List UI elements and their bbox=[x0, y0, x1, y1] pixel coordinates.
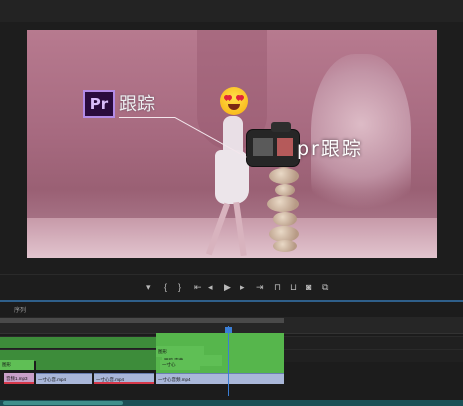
scrollbar-thumb[interactable] bbox=[3, 401, 123, 405]
track-a1: 音频1.mp3 一寸心音.mp4 一寸心音.mp4 一寸心音频.mp4 bbox=[0, 373, 463, 385]
track-v1: 图形 一寸心 bbox=[0, 360, 463, 370]
lift-icon[interactable]: ⊓ bbox=[274, 281, 281, 293]
step-forward-icon[interactable]: ▸ bbox=[240, 281, 245, 293]
play-icon[interactable]: ▶ bbox=[224, 281, 231, 293]
go-to-out-icon[interactable]: ⇥ bbox=[256, 281, 264, 293]
mark-out-icon[interactable]: } bbox=[178, 281, 181, 293]
premiere-logo-icon: Pr bbox=[83, 90, 115, 118]
sequence-tab[interactable]: 序列 bbox=[14, 305, 26, 314]
transport-controls: ▾ { } ⇤ ◂ ▶ ▸ ⇥ ⊓ ⊔ ◙ ⧉ bbox=[0, 274, 463, 301]
caption-right: pr跟踪 bbox=[297, 138, 363, 160]
clip[interactable]: 一寸心音频.mp4 bbox=[156, 373, 284, 384]
playhead[interactable] bbox=[228, 326, 229, 396]
step-back-icon[interactable]: ◂ bbox=[208, 281, 213, 293]
export-frame-icon[interactable]: ◙ bbox=[306, 281, 311, 293]
program-monitor: Pr 跟踪 pr跟踪 bbox=[0, 22, 463, 274]
work-area-bar[interactable] bbox=[0, 318, 284, 323]
clip[interactable]: 一寸心音.mp4 bbox=[94, 373, 154, 384]
timeline-panel: 序列 图形 跟踪 字幕 图形 一寸心 音频1.mp3 一寸心音.mp4 一寸心音… bbox=[0, 302, 463, 406]
clip[interactable] bbox=[0, 337, 156, 348]
tracking-device bbox=[247, 122, 299, 166]
heart-eyes-emoji-icon bbox=[220, 87, 248, 115]
mark-in-icon[interactable]: { bbox=[164, 281, 167, 293]
clip[interactable]: 音频1.mp3 bbox=[4, 373, 34, 384]
stone-stack bbox=[263, 154, 305, 254]
video-frame: Pr 跟踪 pr跟踪 bbox=[27, 30, 437, 258]
go-to-in-icon[interactable]: ⇤ bbox=[194, 281, 202, 293]
add-marker-icon[interactable]: ▾ bbox=[146, 281, 151, 293]
clip[interactable]: 一寸心 bbox=[160, 360, 200, 370]
pointer-line bbox=[119, 117, 175, 118]
extract-icon[interactable]: ⊔ bbox=[290, 281, 297, 293]
clip[interactable] bbox=[36, 360, 156, 370]
caption-left: 跟踪 bbox=[119, 94, 155, 115]
clip[interactable]: 一寸心音.mp4 bbox=[36, 373, 92, 384]
clip[interactable]: 图形 bbox=[0, 360, 34, 370]
monitor-header bbox=[0, 0, 463, 23]
compare-icon[interactable]: ⧉ bbox=[322, 281, 328, 293]
